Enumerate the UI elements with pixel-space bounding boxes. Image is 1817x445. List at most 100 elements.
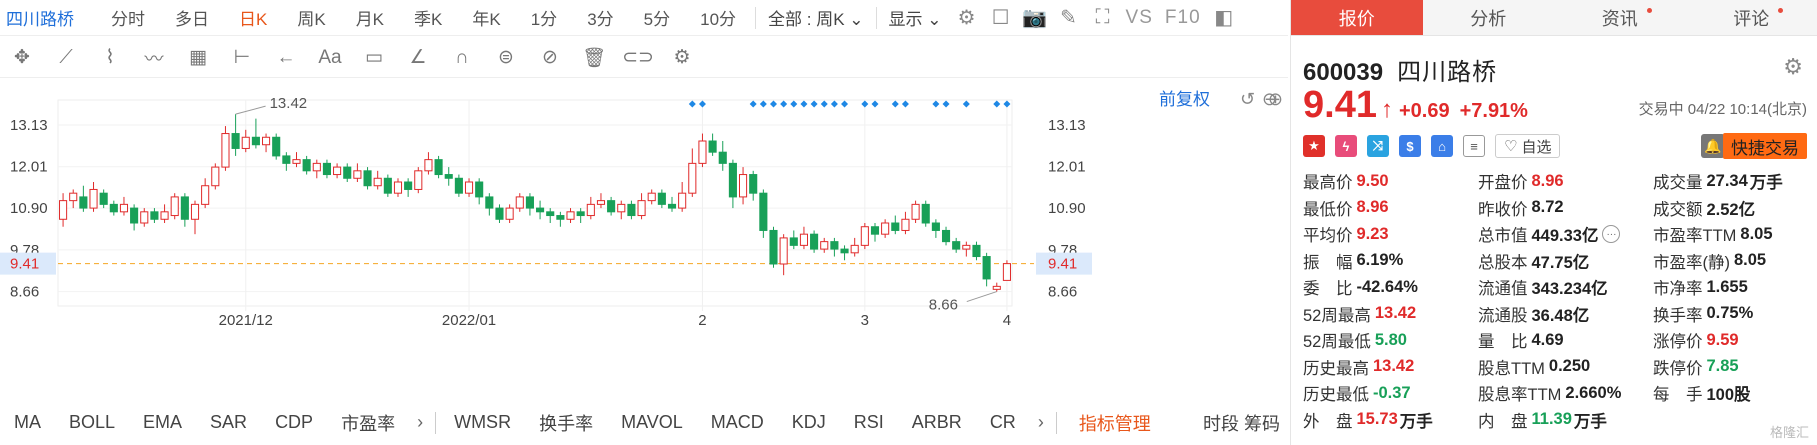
lock-icon[interactable]: ⊜ (484, 41, 528, 75)
indicator-cdp[interactable]: CDP (261, 412, 327, 433)
bell-icon[interactable]: 🔔 (1701, 134, 1725, 158)
feature-icon-row: ★ ϟ ⤨ $ ⌂ ≡ ♡ 自选 (1303, 134, 1561, 158)
tab-news[interactable]: 资讯 (1554, 0, 1686, 35)
tab-timeframe-0[interactable]: 分时 (96, 5, 160, 30)
move-icon[interactable]: ✥ (0, 41, 44, 75)
tab-timeframe-6[interactable]: 年K (457, 5, 515, 30)
tag-icon[interactable]: ⌂ (1431, 135, 1453, 157)
add-watchlist-button[interactable]: ♡ 自选 (1495, 134, 1561, 158)
tab-timeframe-9[interactable]: 5分 (629, 5, 685, 30)
indicator-mavol[interactable]: MAVOL (607, 412, 697, 433)
candle-body (221, 133, 230, 168)
indicator-arbr[interactable]: ARBR (898, 412, 976, 433)
max-annotation-label: 13.42 (270, 95, 308, 112)
indicator-cr[interactable]: CR (976, 412, 1030, 433)
tab-quote[interactable]: 报价 (1291, 0, 1423, 35)
indicator-sar[interactable]: SAR (196, 412, 261, 433)
stat-value: 343.234亿 (1531, 280, 1608, 299)
panel-toggle-icon[interactable]: ◧ (1207, 3, 1241, 33)
tab-timeframe-1[interactable]: 多日 (160, 5, 224, 30)
candle (931, 219, 940, 238)
kline-chart[interactable]: 13.13 13.13 12.01 12.01 10.90 10.90 9.78 9.78 8.… (0, 80, 1288, 400)
chevron-right-icon[interactable]: › (1030, 412, 1052, 433)
settings-icon[interactable]: ⚙ (950, 3, 984, 33)
angle-tool-icon[interactable]: ∠ (396, 41, 440, 75)
stock-name-link[interactable]: 四川路桥 (0, 5, 96, 30)
stat-value: 8.96 (1356, 198, 1389, 217)
square-tool-icon[interactable]: ☐ (984, 3, 1018, 33)
wave-tool-icon[interactable]: 〰 (132, 41, 176, 75)
display-menu[interactable]: 显示 ⌄ (881, 5, 950, 30)
candle (201, 178, 210, 209)
candle-body (799, 233, 808, 246)
candle-body (373, 177, 382, 187)
document-icon[interactable]: ≡ (1463, 135, 1485, 157)
trash-icon[interactable]: 🗑 (572, 41, 616, 75)
indicator-boll[interactable]: BOLL (55, 412, 129, 433)
fib-tool-icon[interactable]: ▦ (176, 41, 220, 75)
stat-value: -0.37 (1373, 383, 1411, 402)
gear-icon[interactable]: ⚙ (1783, 54, 1803, 80)
dollar-icon[interactable]: $ (1399, 135, 1421, 157)
session-button[interactable]: 时段 (1203, 414, 1239, 434)
note-tool-icon[interactable]: ▭ (352, 41, 396, 75)
camera-icon[interactable]: 📷 (1018, 3, 1052, 33)
watchlist-label: 自选 (1521, 138, 1552, 156)
fullscreen-icon[interactable]: ⛶ (1086, 3, 1120, 33)
candle (211, 163, 220, 190)
reset-icon[interactable]: ↺ (1240, 89, 1255, 109)
flash-icon[interactable]: ϟ (1335, 135, 1357, 157)
link-icon[interactable]: ⊂⊃ (616, 41, 660, 75)
min-annotation-label: 8.66 (929, 297, 958, 314)
candle (688, 148, 697, 197)
indicator-manage-button[interactable]: 指标管理 (1061, 410, 1169, 436)
shuffle-icon[interactable]: ⤨ (1367, 135, 1389, 157)
tab-timeframe-7[interactable]: 1分 (516, 5, 572, 30)
indicator-kdj[interactable]: KDJ (778, 412, 840, 433)
chip-button[interactable]: 筹码 (1244, 414, 1280, 434)
draw-settings-icon[interactable]: ⚙ (660, 41, 704, 75)
heart-icon: ♡ (1504, 138, 1518, 155)
candle-body (231, 133, 240, 149)
more-icon[interactable]: ··· (1602, 225, 1621, 244)
tab-timeframe-8[interactable]: 3分 (572, 5, 628, 30)
indicator-wmsr[interactable]: WMSR (440, 412, 525, 433)
indicator-macd[interactable]: MACD (697, 412, 778, 433)
indicator-ma[interactable]: MA (0, 412, 55, 433)
indicator-turnover[interactable]: 换手率 (525, 410, 607, 436)
polyline-tool-icon[interactable]: ⌇ (88, 41, 132, 75)
tab-comments[interactable]: 评论 (1686, 0, 1817, 35)
stat-label: 股息率TTM (1478, 386, 1562, 405)
candle-body (404, 181, 413, 190)
tab-timeframe-2[interactable]: 日K (224, 5, 282, 30)
candle-body (698, 140, 707, 164)
display-label: 显示 (888, 10, 923, 29)
hide-icon[interactable]: ⊘ (528, 41, 572, 75)
candle-body (962, 244, 971, 250)
pencil-icon[interactable]: ✎ (1052, 3, 1086, 33)
tab-timeframe-10[interactable]: 10分 (685, 5, 751, 30)
indicator-ema[interactable]: EMA (129, 412, 196, 433)
indicator-pe[interactable]: 市盈率 (327, 410, 409, 436)
filter-select[interactable]: 全部 : 周K ⌄ (760, 5, 872, 30)
text-tool-icon[interactable]: Aa (308, 41, 352, 75)
candlestick-chart: 13.13 13.1312.01 12.0110.90 10.909.78 9.788.… (0, 89, 1283, 329)
f10-button[interactable]: F10 (1159, 7, 1207, 29)
tab-analysis[interactable]: 分析 (1423, 0, 1555, 35)
chevron-right-icon[interactable]: › (409, 412, 431, 433)
vs-button[interactable]: VS (1120, 7, 1159, 29)
tab-timeframe-3[interactable]: 周K (282, 5, 340, 30)
arrow-tool-icon[interactable]: ← (264, 41, 308, 75)
candle (79, 185, 88, 212)
quick-trade-button[interactable]: 快捷交易 (1723, 133, 1807, 159)
zoom-in-icon[interactable]: ⊕ (1268, 89, 1283, 109)
china-flag-icon[interactable]: ★ (1303, 135, 1325, 157)
measure-tool-icon[interactable]: ⊢ (220, 41, 264, 75)
candle (850, 237, 859, 257)
adjust-mode-label[interactable]: 前复权 (1159, 90, 1210, 109)
tab-timeframe-5[interactable]: 季K (399, 5, 457, 30)
indicator-rsi[interactable]: RSI (840, 412, 898, 433)
magnet-icon[interactable]: ∩ (440, 41, 484, 75)
line-tool-icon[interactable]: ⟋ (44, 41, 88, 75)
tab-timeframe-4[interactable]: 月K (341, 5, 399, 30)
